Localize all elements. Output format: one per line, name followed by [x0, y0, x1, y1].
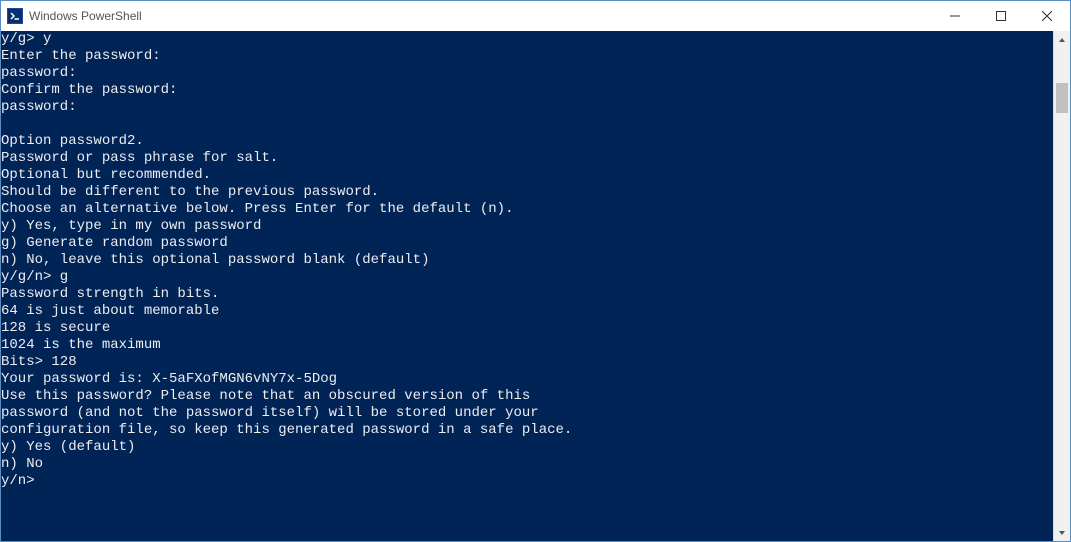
vertical-scrollbar[interactable] — [1053, 31, 1070, 541]
powershell-icon — [7, 8, 23, 24]
powershell-window: Windows PowerShell y/g> y Enter the pass… — [0, 0, 1071, 542]
titlebar[interactable]: Windows PowerShell — [1, 1, 1070, 31]
scroll-up-button[interactable] — [1054, 31, 1070, 48]
console-area: y/g> y Enter the password: password: Con… — [1, 31, 1070, 541]
window-controls — [932, 1, 1070, 31]
close-button[interactable] — [1024, 1, 1070, 31]
scroll-down-button[interactable] — [1054, 524, 1070, 541]
window-title: Windows PowerShell — [29, 9, 932, 23]
maximize-button[interactable] — [978, 1, 1024, 31]
minimize-button[interactable] — [932, 1, 978, 31]
scroll-thumb[interactable] — [1056, 83, 1068, 113]
console-output[interactable]: y/g> y Enter the password: password: Con… — [1, 31, 1053, 541]
scroll-track[interactable] — [1054, 48, 1070, 524]
